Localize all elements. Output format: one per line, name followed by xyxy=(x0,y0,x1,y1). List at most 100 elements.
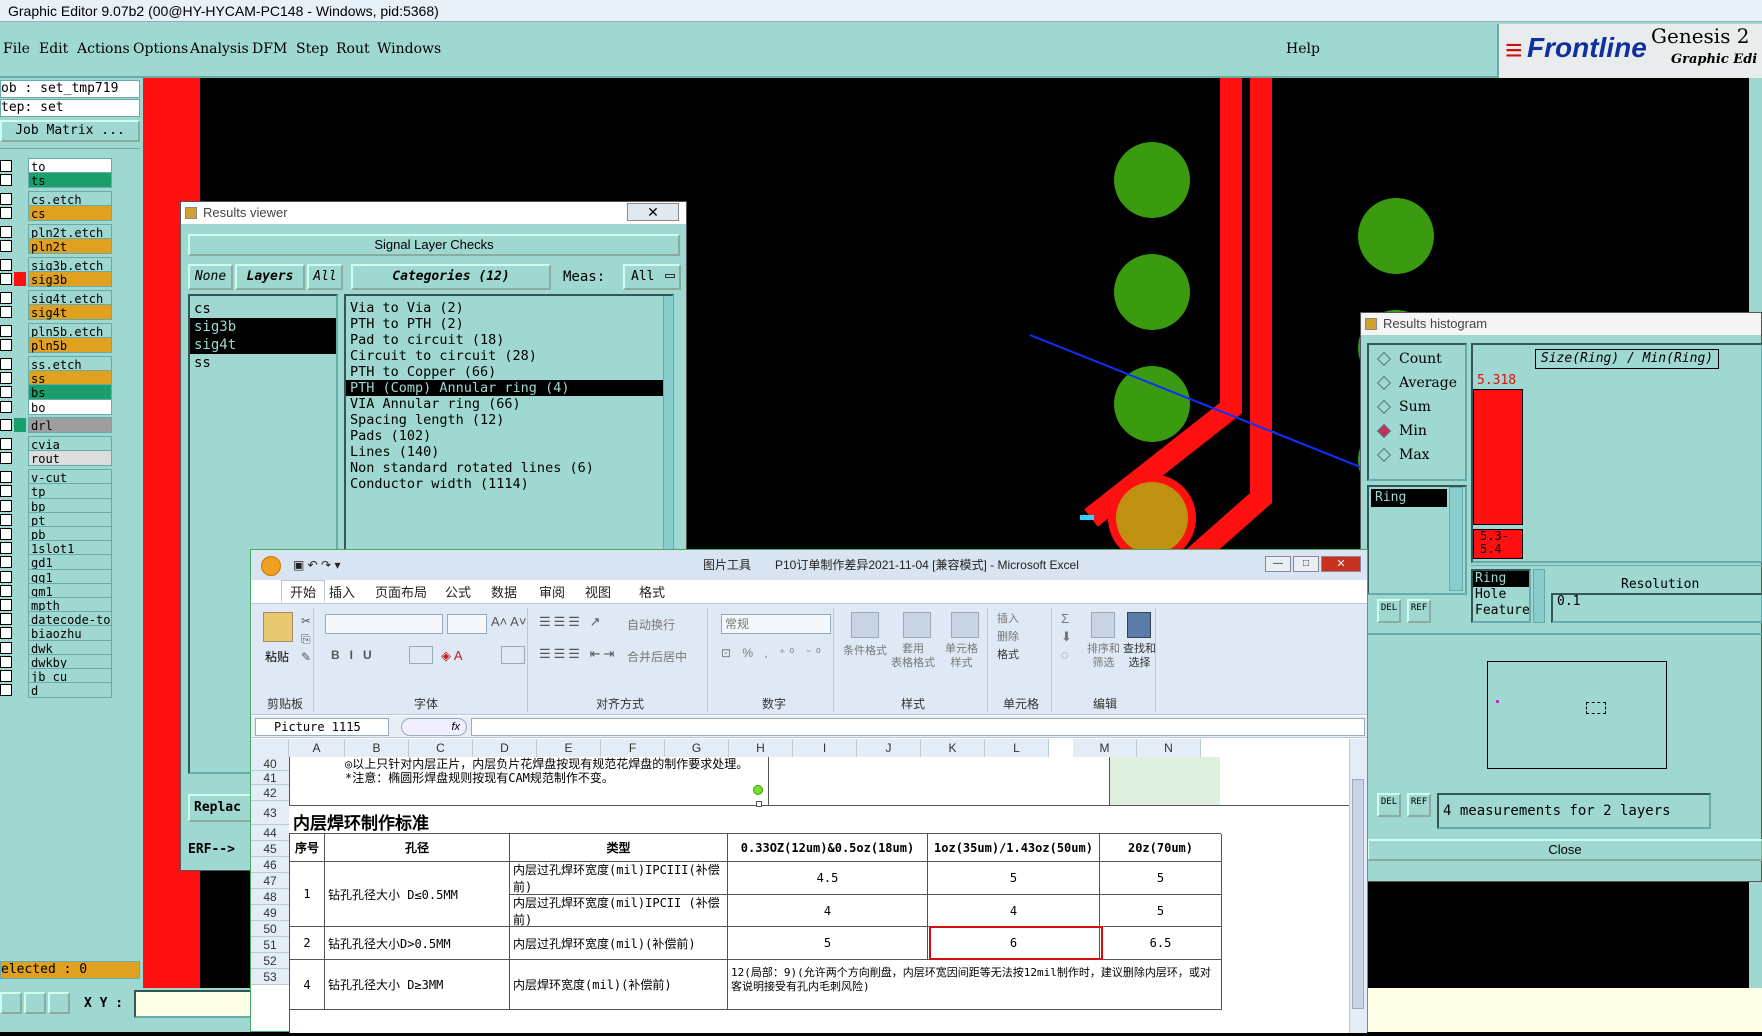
cell-style-icon[interactable] xyxy=(951,612,979,638)
conditional-format-icon[interactable] xyxy=(851,612,879,638)
layer-checkbox[interactable] xyxy=(0,452,12,465)
menu-edit[interactable]: Edit xyxy=(39,41,68,57)
layer-row[interactable]: pln2t xyxy=(0,238,140,255)
column-header[interactable]: N xyxy=(1137,739,1201,757)
table-cell-value[interactable]: 5 xyxy=(928,862,1100,895)
radio-diamond-icon[interactable] xyxy=(1376,351,1392,367)
radio-diamond-icon[interactable] xyxy=(1376,399,1392,415)
layer-name[interactable]: sig4t xyxy=(28,304,112,321)
column-header[interactable]: H xyxy=(729,739,793,757)
table-cell-value[interactable]: 6.5 xyxy=(1100,927,1222,960)
menu-file[interactable]: File xyxy=(3,41,30,57)
row-header[interactable]: 53 xyxy=(251,969,289,985)
font-grow-icon[interactable]: A˄ A˅ xyxy=(491,614,526,629)
fill-color-icon[interactable]: ◈ A xyxy=(441,648,463,664)
column-header[interactable]: B xyxy=(345,739,409,757)
phonetic-icon[interactable] xyxy=(501,646,525,664)
meas-dropdown[interactable]: All xyxy=(623,264,681,290)
column-header[interactable]: J xyxy=(857,739,921,757)
histogram-close-button[interactable]: Close xyxy=(1367,839,1762,861)
column-header[interactable]: E xyxy=(537,739,601,757)
minimize-icon[interactable]: — xyxy=(1265,556,1291,572)
attribute-type-item[interactable]: Feature xyxy=(1473,603,1530,619)
layer-name[interactable]: ts xyxy=(28,172,112,189)
category-item[interactable]: Conductor width (1114) xyxy=(346,476,672,492)
menu-actions[interactable]: Actions xyxy=(77,41,130,57)
layer-checkbox[interactable] xyxy=(0,684,12,697)
sort-filter-icon[interactable] xyxy=(1091,612,1115,638)
attribute-type-list[interactable]: Ring Hole Feature xyxy=(1471,569,1531,623)
layer-checkbox[interactable] xyxy=(0,528,12,540)
close-icon[interactable]: ✕ xyxy=(1321,556,1361,572)
table-cell-hole[interactable]: 钻孔孔径大小D>0.5MM xyxy=(325,927,510,960)
table-cell-value[interactable]: 5 xyxy=(1100,862,1222,895)
aggregate-option[interactable]: Max xyxy=(1376,447,1430,463)
table-cell-no[interactable]: 1 xyxy=(290,862,325,927)
row-header[interactable]: 50 xyxy=(251,921,289,937)
table-cell-value[interactable]: 5 xyxy=(728,927,928,960)
layer-checkbox[interactable] xyxy=(0,386,12,399)
category-item[interactable]: Spacing length (12) xyxy=(346,412,672,428)
layer-name[interactable]: cs xyxy=(28,205,112,222)
cell-style-button[interactable]: 单元格 样式 xyxy=(945,642,978,670)
ribbon-tab-0[interactable]: 开始 xyxy=(281,580,326,602)
layer-checkbox[interactable] xyxy=(0,400,12,413)
category-item[interactable]: Pads (102) xyxy=(346,428,672,444)
row-header[interactable]: 41 xyxy=(251,771,289,785)
column-header[interactable]: I xyxy=(793,739,857,757)
column-header[interactable]: L xyxy=(985,739,1049,757)
histogram-preview[interactable] xyxy=(1487,661,1667,769)
layer-row[interactable]: sig4t xyxy=(0,304,140,321)
row-header[interactable]: 40 xyxy=(251,757,289,771)
wrap-text-button[interactable]: 自动换行 xyxy=(627,616,675,633)
layer-checkbox[interactable] xyxy=(0,599,12,611)
paste-icon[interactable] xyxy=(263,612,293,642)
menu-options[interactable]: Options xyxy=(133,41,188,57)
column-header[interactable]: M xyxy=(1073,739,1137,757)
layer-row[interactable]: bo xyxy=(0,398,140,415)
layer-checkbox[interactable] xyxy=(0,372,12,385)
attribute-type-item[interactable]: Hole xyxy=(1473,587,1529,603)
layer-row[interactable]: d xyxy=(0,682,140,699)
layer-name[interactable]: rout xyxy=(28,450,112,467)
row-header[interactable]: 45 xyxy=(251,841,289,857)
paste-button[interactable]: 粘贴 xyxy=(265,648,289,665)
layer-name[interactable]: bo xyxy=(28,398,112,415)
table-cell-type[interactable]: 内层过孔焊环宽度(mil)(补偿前) xyxy=(510,927,728,960)
category-item[interactable]: PTH (Comp) Annular ring (4) xyxy=(346,380,672,396)
layer-checkbox[interactable] xyxy=(0,292,12,304)
table-cell-value[interactable]: 4 xyxy=(728,895,928,927)
font-name-dropdown[interactable] xyxy=(325,614,443,634)
row-header[interactable]: 52 xyxy=(251,953,289,969)
row-header[interactable]: 47 xyxy=(251,873,289,889)
table-cell-no[interactable]: 2 xyxy=(290,927,325,960)
resolution-slider[interactable]: 0.1 xyxy=(1551,593,1762,623)
attribute-type-item[interactable]: Ring xyxy=(1473,571,1529,587)
layer-row[interactable]: pln5b xyxy=(0,337,140,354)
layer-row[interactable]: cs xyxy=(0,205,140,222)
table-header-cell[interactable]: 序号 xyxy=(290,834,325,862)
fx-button[interactable]: fx xyxy=(401,718,467,736)
delete-cells-button[interactable]: 删除 xyxy=(997,628,1019,644)
layer-checkbox[interactable] xyxy=(0,259,12,271)
highlighted-cell[interactable] xyxy=(1110,757,1220,805)
layer-result-item[interactable]: sig3b xyxy=(190,318,336,336)
layer-name[interactable]: drl xyxy=(28,417,112,434)
radio-diamond-icon[interactable] xyxy=(1376,423,1392,439)
layer-result-item[interactable]: cs xyxy=(190,300,336,318)
table-cell-note[interactable]: 12(局部：9)(允许两个方向削盘，内层环宽因间距等无法按12mil制作时，建议… xyxy=(728,960,1222,1010)
layer-checkbox[interactable] xyxy=(0,273,12,286)
layer-checkbox[interactable] xyxy=(0,513,12,526)
aggregate-option[interactable]: Min xyxy=(1376,423,1427,439)
sheet-grid[interactable]: ◎以上只针对内层正片，内层负片花焊盘按现有规范花焊盘的制作要求处理。 *注意：椭… xyxy=(289,757,1349,1033)
vertical-scrollbar[interactable] xyxy=(1349,739,1367,1033)
merge-center-button[interactable]: 合并后居中 xyxy=(627,648,687,665)
layer-row[interactable]: sig3b xyxy=(0,271,140,288)
office-button-icon[interactable] xyxy=(261,556,281,576)
row-header[interactable]: 43 xyxy=(251,801,289,825)
table-cell-type[interactable]: 内层过孔焊环宽度(mil)IPCII (补偿前) xyxy=(510,895,728,927)
ref-button[interactable]: REF xyxy=(1407,599,1431,623)
xy-input[interactable] xyxy=(134,990,252,1018)
layer-checkbox[interactable] xyxy=(0,306,12,319)
layer-checkbox[interactable] xyxy=(0,570,12,583)
